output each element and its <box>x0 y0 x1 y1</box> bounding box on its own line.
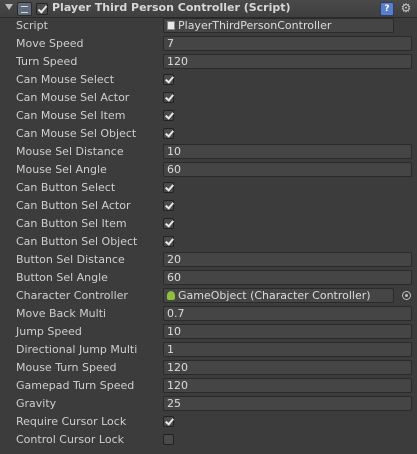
inspector-fields: Script PlayerThirdPersonController Move Sp… <box>0 17 417 449</box>
can-button-select-checkbox[interactable] <box>163 182 174 193</box>
field-row-can-mouse-sel-object: Can Mouse Sel Object <box>0 125 417 143</box>
field-label: Character Controller <box>16 289 128 302</box>
component-header: Player Third Person Controller (Script) … <box>0 0 417 18</box>
field-row-can-mouse-sel-item: Can Mouse Sel Item <box>0 107 417 125</box>
gravity-input[interactable]: 25 <box>163 396 412 411</box>
field-row-script: Script PlayerThirdPersonController <box>0 17 417 35</box>
gamepad-turn-speed-input[interactable]: 120 <box>163 378 412 393</box>
mouse-sel-distance-input[interactable]: 10 <box>163 144 412 159</box>
field-row-button-sel-distance: Button Sel Distance 20 <box>0 251 417 269</box>
field-label: Require Cursor Lock <box>16 415 127 428</box>
directional-jump-multi-input[interactable]: 1 <box>163 342 412 357</box>
fold-triangle-icon[interactable] <box>5 4 13 10</box>
field-label: Can Button Sel Actor <box>16 199 131 212</box>
mouse-sel-angle-input[interactable]: 60 <box>163 162 412 177</box>
field-label: Directional Jump Multi <box>16 343 138 356</box>
field-label: Mouse Turn Speed <box>16 361 117 374</box>
field-row-button-sel-angle: Button Sel Angle 60 <box>0 269 417 287</box>
field-label: Move Speed <box>16 37 84 50</box>
help-icon[interactable]: ? <box>380 2 394 16</box>
field-label: Can Mouse Sel Item <box>16 109 126 122</box>
field-label: Mouse Sel Distance <box>16 145 124 158</box>
field-label: Move Back Multi <box>16 307 107 320</box>
can-mouse-sel-object-checkbox[interactable] <box>163 128 174 139</box>
script-icon <box>17 2 32 16</box>
field-row-can-mouse-sel-actor: Can Mouse Sel Actor <box>0 89 417 107</box>
object-field-value: PlayerThirdPersonController <box>178 19 332 32</box>
component-title: Player Third Person Controller (Script) <box>52 1 291 14</box>
jump-speed-input[interactable]: 10 <box>163 324 412 339</box>
field-row-character-controller: Character Controller GameObject (Characte… <box>0 287 417 305</box>
field-row-gamepad-turn-speed: Gamepad Turn Speed 120 <box>0 377 417 395</box>
field-row-can-button-sel-object: Can Button Sel Object <box>0 233 417 251</box>
field-row-mouse-sel-angle: Mouse Sel Angle 60 <box>0 161 417 179</box>
field-row-can-button-sel-item: Can Button Sel Item <box>0 215 417 233</box>
mouse-turn-speed-input[interactable]: 120 <box>163 360 412 375</box>
gameobject-icon <box>167 291 175 300</box>
field-label: Button Sel Angle <box>16 271 108 284</box>
move-speed-input[interactable]: 7 <box>163 36 412 51</box>
field-label: Mouse Sel Angle <box>16 163 107 176</box>
character-controller-object-field[interactable]: GameObject (Character Controller) <box>163 288 394 303</box>
component-enabled-checkbox[interactable] <box>36 3 48 15</box>
field-row-directional-jump-multi: Directional Jump Multi 1 <box>0 341 417 359</box>
can-mouse-sel-actor-checkbox[interactable] <box>163 92 174 103</box>
object-picker-icon[interactable] <box>402 291 411 300</box>
field-label: Can Button Sel Object <box>16 235 138 248</box>
field-row-can-mouse-select: Can Mouse Select <box>0 71 417 89</box>
field-label: Script <box>16 19 48 32</box>
field-row-control-cursor-lock: Control Cursor Lock <box>0 431 417 449</box>
field-row-mouse-sel-distance: Mouse Sel Distance 10 <box>0 143 417 161</box>
can-button-sel-actor-checkbox[interactable] <box>163 200 174 211</box>
field-label: Turn Speed <box>16 55 78 68</box>
can-button-sel-item-checkbox[interactable] <box>163 218 174 229</box>
turn-speed-input[interactable]: 120 <box>163 54 412 69</box>
require-cursor-lock-checkbox[interactable] <box>163 416 174 427</box>
field-label: Gravity <box>16 397 57 410</box>
field-row-mouse-turn-speed: Mouse Turn Speed 120 <box>0 359 417 377</box>
can-mouse-select-checkbox[interactable] <box>163 74 174 85</box>
field-row-jump-speed: Jump Speed 10 <box>0 323 417 341</box>
field-row-turn-speed: Turn Speed 120 <box>0 53 417 71</box>
field-label: Jump Speed <box>16 325 82 338</box>
field-label: Can Mouse Sel Object <box>16 127 137 140</box>
control-cursor-lock-checkbox[interactable] <box>163 434 174 445</box>
field-row-move-back-multi: Move Back Multi 0.7 <box>0 305 417 323</box>
field-row-require-cursor-lock: Require Cursor Lock <box>0 413 417 431</box>
field-row-gravity: Gravity 25 <box>0 395 417 413</box>
object-field-value: GameObject (Character Controller) <box>178 289 371 302</box>
button-sel-distance-input[interactable]: 20 <box>163 252 412 267</box>
field-label: Can Mouse Sel Actor <box>16 91 130 104</box>
field-label: Gamepad Turn Speed <box>16 379 135 392</box>
script-file-icon <box>167 21 175 30</box>
field-label: Can Mouse Select <box>16 73 115 86</box>
script-object-field[interactable]: PlayerThirdPersonController <box>163 18 394 33</box>
gear-icon[interactable]: ⚙ <box>399 1 413 15</box>
field-label: Button Sel Distance <box>16 253 125 266</box>
field-row-can-button-sel-actor: Can Button Sel Actor <box>0 197 417 215</box>
field-label: Can Button Select <box>16 181 116 194</box>
field-row-can-button-select: Can Button Select <box>0 179 417 197</box>
field-row-move-speed: Move Speed 7 <box>0 35 417 53</box>
can-button-sel-object-checkbox[interactable] <box>163 236 174 247</box>
field-label: Can Button Sel Item <box>16 217 127 230</box>
move-back-multi-input[interactable]: 0.7 <box>163 306 412 321</box>
button-sel-angle-input[interactable]: 60 <box>163 270 412 285</box>
field-label: Control Cursor Lock <box>16 433 124 446</box>
can-mouse-sel-item-checkbox[interactable] <box>163 110 174 121</box>
